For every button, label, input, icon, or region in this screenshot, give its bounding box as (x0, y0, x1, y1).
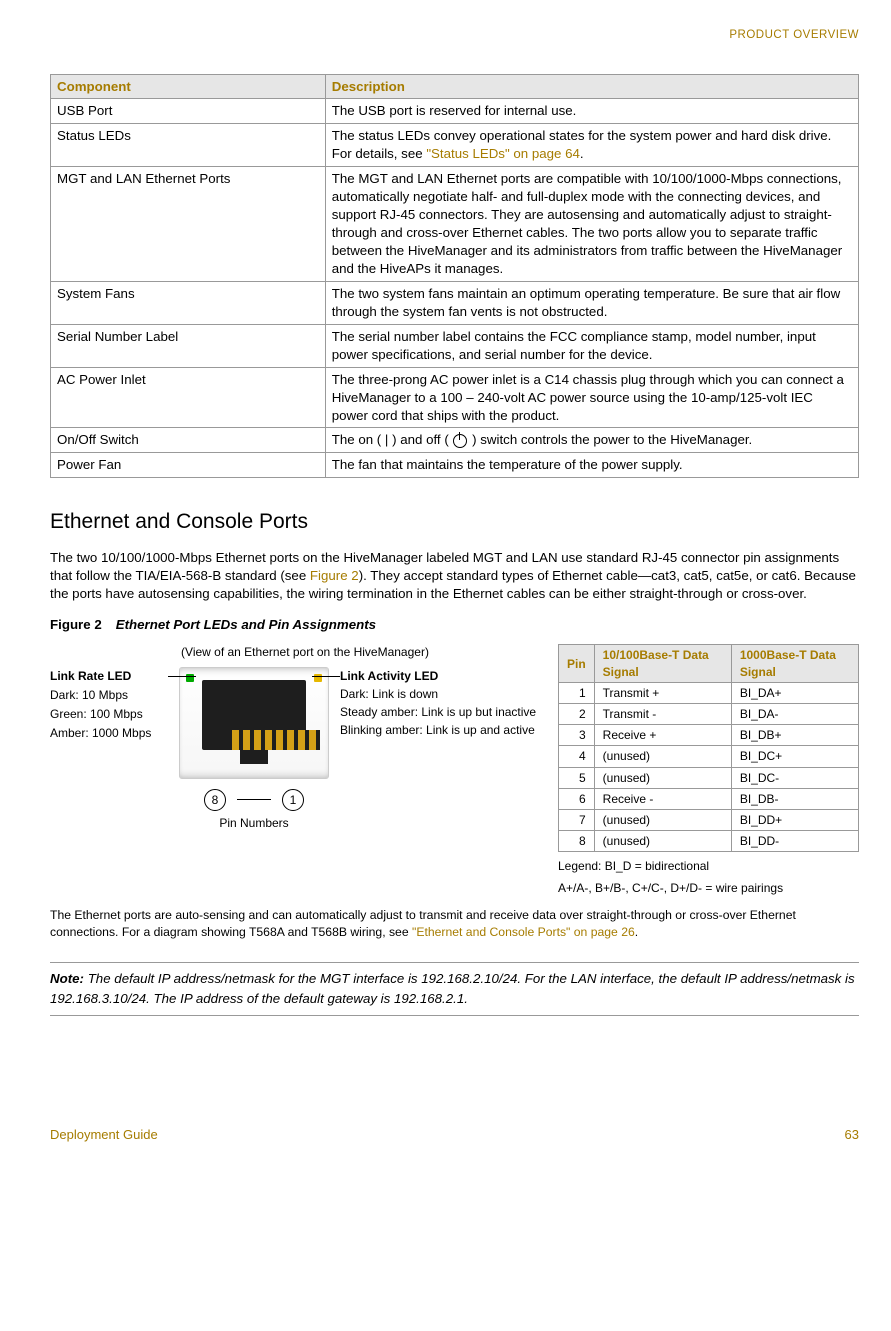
cell-desc: The serial number label contains the FCC… (325, 324, 858, 367)
table-row: USB Port The USB port is reserved for in… (51, 99, 859, 124)
table-row: System Fans The two system fans maintain… (51, 281, 859, 324)
cell-desc: The USB port is reserved for internal us… (325, 99, 858, 124)
cell-desc: The two system fans maintain an optimum … (325, 281, 858, 324)
table-row: 6Receive -BI_DB- (559, 788, 859, 809)
cell-component: USB Port (51, 99, 326, 124)
cell-desc: The fan that maintains the temperature o… (325, 453, 858, 478)
cell-component: On/Off Switch (51, 428, 326, 453)
page-footer: Deployment Guide 63 (50, 1126, 859, 1144)
footer-page-number: 63 (845, 1126, 859, 1144)
pin-8-icon: 8 (204, 789, 226, 811)
table-row: Serial Number Label The serial number la… (51, 324, 859, 367)
table-row: AC Power Inlet The three-prong AC power … (51, 367, 859, 428)
table-row: 4(unused)BI_DC+ (559, 746, 859, 767)
note-text: The default IP address/netmask for the M… (50, 971, 855, 1006)
col-1000: 1000Base-T Data Signal (731, 645, 858, 682)
table-row: 7(unused)BI_DD+ (559, 809, 859, 830)
table-row: 3Receive +BI_DB+ (559, 725, 859, 746)
link-rate-led-key: Link Rate LED Dark: 10 Mbps Green: 100 M… (50, 667, 168, 744)
link-status-leds[interactable]: "Status LEDs" on page 64 (426, 146, 580, 161)
section-title: Ethernet and Console Ports (50, 508, 859, 536)
cell-desc: The status LEDs convey operational state… (325, 124, 858, 167)
pin-numbers-label: Pin Numbers (219, 815, 288, 831)
figure-2: (View of an Ethernet port on the HiveMan… (50, 644, 859, 896)
col-component: Component (51, 74, 326, 99)
legend-line-1: Legend: BI_D = bidirectional (558, 858, 859, 874)
note-box: Note: The default IP address/netmask for… (50, 962, 859, 1016)
note-label: Note: (50, 971, 84, 986)
rj45-port-icon (179, 667, 329, 779)
cell-component: Status LEDs (51, 124, 326, 167)
cell-component: Power Fan (51, 453, 326, 478)
running-head: PRODUCT OVERVIEW (50, 28, 859, 44)
table-row: Power Fan The fan that maintains the tem… (51, 453, 859, 478)
table-row: MGT and LAN Ethernet Ports The MGT and L… (51, 167, 859, 282)
link-activity-led-key: Link Activity LED Dark: Link is down Ste… (340, 667, 540, 739)
col-pin: Pin (559, 645, 595, 682)
table-row: 1Transmit +BI_DA+ (559, 682, 859, 703)
table-row: Status LEDs The status LEDs convey opera… (51, 124, 859, 167)
components-table: Component Description USB Port The USB p… (50, 74, 859, 479)
col-10-100: 10/100Base-T Data Signal (594, 645, 731, 682)
cell-component: MGT and LAN Ethernet Ports (51, 167, 326, 282)
link-figure-2[interactable]: Figure 2 (310, 568, 359, 583)
table-row: 5(unused)BI_DC- (559, 767, 859, 788)
cell-component: AC Power Inlet (51, 367, 326, 428)
cell-desc: The MGT and LAN Ethernet ports are compa… (325, 167, 858, 282)
cell-component: System Fans (51, 281, 326, 324)
pin-table-wrap: Pin 10/100Base-T Data Signal 1000Base-T … (558, 644, 859, 896)
col-description: Description (325, 74, 858, 99)
cell-component: Serial Number Label (51, 324, 326, 367)
figure-under-note: The Ethernet ports are auto-sensing and … (50, 907, 859, 942)
table-row: 8(unused)BI_DD- (559, 831, 859, 852)
figure-view-label: (View of an Ethernet port on the HiveMan… (70, 644, 540, 660)
cell-desc: The three-prong AC power inlet is a C14 … (325, 367, 858, 428)
power-icon (453, 434, 467, 448)
figure-caption: Figure 2Ethernet Port LEDs and Pin Assig… (50, 616, 859, 634)
footer-left: Deployment Guide (50, 1126, 158, 1144)
section-paragraph: The two 10/100/1000-Mbps Ethernet ports … (50, 549, 859, 603)
link-eth-console-ports[interactable]: "Ethernet and Console Ports" on page 26 (412, 925, 635, 939)
pin-assignment-table: Pin 10/100Base-T Data Signal 1000Base-T … (558, 644, 859, 852)
table-row: On/Off Switch The on ( | ) and off ( ) s… (51, 428, 859, 453)
table-row: 2Transmit -BI_DA- (559, 703, 859, 724)
cell-desc: The on ( | ) and off ( ) switch controls… (325, 428, 858, 453)
pin-1-icon: 1 (282, 789, 304, 811)
legend-line-2: A+/A-, B+/B-, C+/C-, D+/D- = wire pairin… (558, 880, 859, 896)
